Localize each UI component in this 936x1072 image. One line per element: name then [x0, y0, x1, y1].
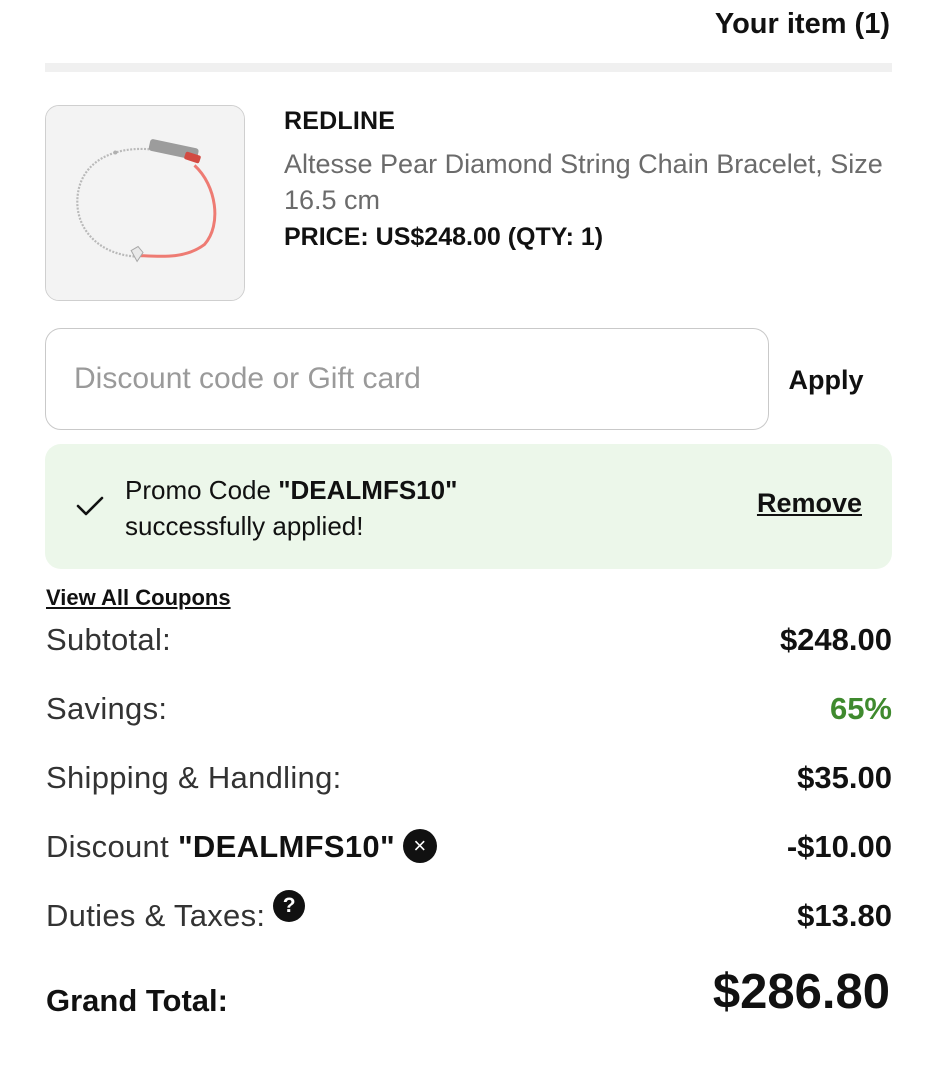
- header-title: Your item (1): [714, 8, 890, 40]
- discount-label-prefix: Discount: [46, 829, 178, 864]
- grand-total-value: $286.80: [712, 965, 890, 1019]
- bracelet-image: [46, 106, 244, 300]
- header-divider: [45, 63, 892, 72]
- discount-code-input[interactable]: [45, 328, 769, 430]
- shipping-value: $35.00: [797, 760, 892, 795]
- apply-button[interactable]: Apply: [776, 350, 876, 410]
- duties-value: $13.80: [797, 898, 892, 933]
- promo-code: "DEALMFS10": [278, 475, 458, 505]
- savings-row: Savings: 65%: [46, 691, 892, 741]
- product-name[interactable]: Altesse Pear Diamond String Chain Bracel…: [284, 146, 884, 218]
- product-thumbnail[interactable]: [45, 105, 245, 301]
- duties-label-text: Duties & Taxes:: [46, 898, 266, 933]
- duties-label: Duties & Taxes:?: [46, 890, 306, 934]
- subtotal-label: Subtotal:: [46, 622, 172, 657]
- savings-value: 65%: [829, 691, 892, 726]
- shipping-label: Shipping & Handling:: [46, 760, 342, 795]
- promo-suffix: successfully applied!: [125, 511, 364, 541]
- subtotal-value: $248.00: [779, 622, 892, 657]
- remove-promo-link[interactable]: Remove: [757, 488, 862, 519]
- discount-label: Discount "DEALMFS10" ×: [46, 828, 437, 866]
- promo-applied-banner: Promo Code "DEALMFS10" successfully appl…: [45, 444, 892, 569]
- product-price: PRICE: US$248.00 (QTY: 1): [284, 223, 604, 251]
- discount-row: Discount "DEALMFS10" × -$10.00: [46, 828, 892, 879]
- shipping-row: Shipping & Handling: $35.00: [46, 760, 892, 810]
- question-circle-icon[interactable]: ?: [273, 890, 306, 922]
- discount-label-code: "DEALMFS10": [177, 829, 395, 864]
- duties-row: Duties & Taxes:? $13.80: [46, 890, 892, 948]
- subtotal-row: Subtotal: $248.00: [46, 622, 892, 672]
- discount-value: -$10.00: [786, 829, 892, 864]
- grand-total-label: Grand Total:: [46, 983, 228, 1018]
- product-brand: REDLINE: [284, 107, 396, 135]
- check-icon: [76, 496, 104, 516]
- promo-prefix: Promo Code: [125, 475, 279, 505]
- savings-label: Savings:: [46, 691, 168, 726]
- close-circle-icon[interactable]: ×: [402, 828, 437, 863]
- view-all-coupons-link[interactable]: View All Coupons: [46, 585, 231, 611]
- promo-message: Promo Code "DEALMFS10" successfully appl…: [125, 472, 457, 544]
